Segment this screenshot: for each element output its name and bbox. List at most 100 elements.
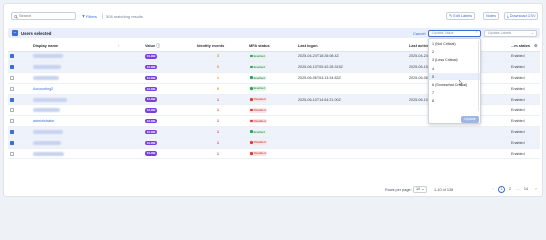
row-checkbox[interactable]	[10, 97, 14, 102]
info-icon: ⓘ	[156, 42, 161, 48]
last-active-cell	[407, 137, 509, 148]
identity-events-count[interactable]: 1	[217, 141, 219, 145]
row-end-cell	[532, 83, 540, 94]
row-checkbox[interactable]	[10, 76, 14, 80]
rows-per-page-select[interactable]: 10 ⌄	[413, 186, 427, 193]
filter-icon	[82, 15, 85, 18]
value-badge[interactable]: 10-DB	[145, 97, 158, 102]
display-name-link[interactable]: administrator	[33, 119, 54, 123]
status-dot-icon	[250, 119, 253, 123]
row-checkbox[interactable]	[10, 108, 14, 113]
value-badge[interactable]: 10-DB	[145, 108, 158, 113]
identity-events-count[interactable]: 1	[217, 130, 219, 134]
table-row[interactable]: 10-DB 1 Disabled Enabled	[8, 137, 540, 149]
col-last-logon[interactable]: Last logon	[296, 41, 407, 52]
value-badge[interactable]: 10-DB	[145, 65, 158, 70]
page-button[interactable]: 1	[498, 186, 505, 193]
row-checkbox[interactable]	[10, 54, 14, 59]
mfa-status-badge: Enabled	[249, 64, 267, 70]
update-value-select[interactable]: Update Value ⌃	[428, 29, 481, 37]
row-checkbox-cell	[8, 73, 31, 84]
mfa-status-text: Disabled	[253, 108, 266, 113]
identity-events-count[interactable]: 1	[217, 108, 219, 112]
row-checkbox[interactable]	[10, 140, 14, 145]
value-badge[interactable]: 10-DB	[145, 54, 158, 59]
sort-icon[interactable]: ↑	[116, 41, 143, 52]
display-name-cell	[31, 73, 116, 84]
mfa-cell: Disabled	[247, 148, 296, 159]
edit-labels-button[interactable]: ✎ Edit Labels	[446, 12, 476, 20]
mfa-status-badge: Disabled	[249, 97, 268, 102]
mfa-cell: Enabled	[247, 127, 296, 138]
col-system-states[interactable]: ...m states	[509, 41, 532, 52]
menu-option[interactable]: 1 (Not Critical)	[432, 42, 456, 46]
value-cell: 10-DB	[143, 105, 195, 116]
menu-option[interactable]: 7	[432, 91, 434, 95]
row-checkbox[interactable]	[10, 151, 14, 156]
identity-events-count[interactable]: 3	[217, 54, 219, 58]
row-end-cell	[532, 105, 540, 116]
filters-button[interactable]: Filters	[82, 14, 97, 19]
update-button[interactable]: Update	[461, 116, 479, 123]
row-checkbox-cell	[8, 148, 31, 159]
system-state-cell: Enabled	[511, 75, 525, 80]
value-badge[interactable]: 10-DB	[145, 75, 158, 81]
pagination: Rows per page: 10 ⌄ 1-10 of 138 ‹ 1 2... 1…	[4, 184, 542, 196]
cancel-button[interactable]: Cancel	[413, 31, 425, 36]
row-checkbox[interactable]	[10, 129, 14, 134]
row-checkbox[interactable]	[10, 65, 14, 70]
mfa-cell: Enabled	[247, 62, 296, 73]
col-mfa-status[interactable]: MFA status	[247, 41, 296, 52]
value-badge[interactable]: 10-DB	[145, 140, 158, 145]
row-end-cell	[532, 62, 540, 73]
identity-events-count[interactable]: 0	[217, 87, 219, 91]
col-value[interactable]: Value ⓘ	[143, 41, 195, 52]
menu-option[interactable]: 2	[432, 50, 434, 54]
row-end-cell	[532, 148, 540, 159]
select-all-checkbox[interactable]: −	[12, 30, 18, 36]
search-input[interactable]	[19, 13, 75, 19]
menu-option[interactable]: 4	[432, 67, 434, 71]
mfa-status-badge: Enabled	[249, 75, 267, 81]
status-dot-icon	[250, 141, 253, 144]
menu-option[interactable]: 3 (Less Critical)	[432, 58, 458, 62]
identity-events-count[interactable]: 1	[217, 152, 219, 156]
table-row[interactable]: 10-DB 1 Enabled Enabled	[8, 126, 540, 138]
download-csv-button[interactable]: ⤓ Download CSV	[504, 12, 539, 20]
page-button[interactable]: 14	[523, 186, 529, 193]
identity-events-count[interactable]: 0	[217, 65, 219, 69]
identity-events-cell: 1	[195, 94, 247, 105]
settings-icon[interactable]: ⚙	[532, 41, 540, 52]
value-badge[interactable]: 10-DB	[145, 151, 158, 156]
prev-page-button[interactable]: ‹	[490, 186, 496, 193]
row-checkbox[interactable]	[10, 86, 14, 91]
next-page-button[interactable]: ›	[533, 186, 539, 193]
value-badge[interactable]: 10-DB	[145, 118, 158, 124]
display-name-link[interactable]: Accounting2	[33, 87, 53, 91]
search-box[interactable]	[11, 12, 76, 20]
system-state-cell: Enabled	[511, 129, 525, 134]
spacer-cell	[116, 137, 143, 148]
identity-events-count[interactable]: 1	[217, 119, 219, 123]
identity-events-count[interactable]: 1	[217, 76, 219, 80]
row-checkbox[interactable]	[10, 119, 14, 124]
identity-events-cell: 0	[195, 83, 247, 94]
last-logon-cell	[296, 148, 407, 159]
last-logon-cell	[296, 137, 407, 148]
col-display-name[interactable]: Display name	[31, 41, 116, 52]
identity-events-count[interactable]: 1	[217, 98, 219, 102]
mfa-status-text: Enabled	[253, 54, 265, 59]
menu-option[interactable]: 8	[432, 99, 434, 103]
value-badge[interactable]: 10-DB	[145, 129, 158, 135]
notes-button[interactable]: Notes	[483, 12, 499, 20]
menu-option[interactable]: 5	[432, 75, 434, 79]
page-button[interactable]: 2	[507, 186, 513, 193]
value-badge[interactable]: 10-DB	[145, 86, 158, 91]
value-cell: 10-DB	[143, 148, 195, 159]
menu-scrollbar[interactable]	[477, 41, 479, 111]
table-row[interactable]: 10-DB 1 Disabled Enabled	[8, 148, 540, 159]
col-identity-events[interactable]: Identity events	[195, 41, 247, 52]
update-labels-select[interactable]: Update Labels ⌄	[484, 29, 537, 37]
spacer-cell	[116, 73, 143, 84]
system-state-cell: Enabled	[511, 65, 525, 70]
